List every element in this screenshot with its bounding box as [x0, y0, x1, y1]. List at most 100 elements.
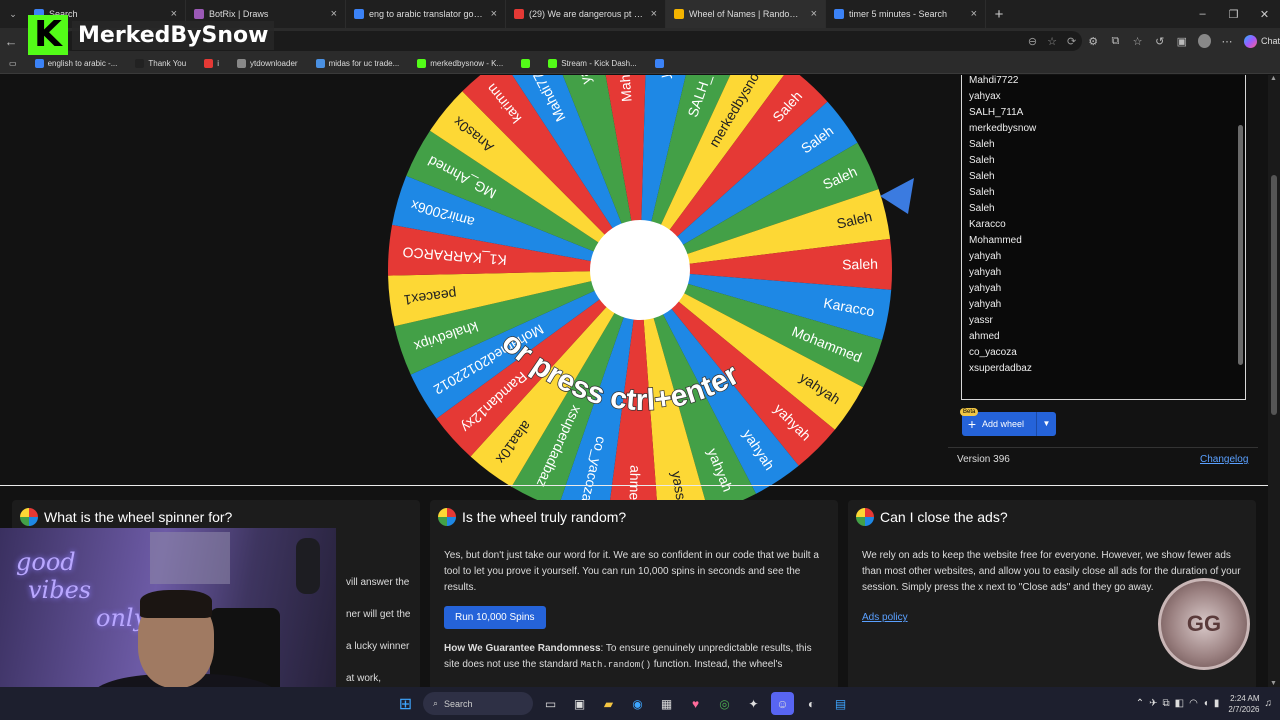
bookmark-item[interactable]: Thank You	[126, 59, 195, 68]
kick-icon	[417, 59, 427, 68]
copilot-chat-button[interactable]: Chat	[1244, 34, 1280, 48]
more-menu-icon[interactable]: ⋯	[1216, 35, 1238, 48]
minimize-icon[interactable]: –	[1187, 8, 1218, 21]
bookmark-item[interactable]: midas for uc trade...	[307, 59, 409, 68]
bookmark-item[interactable]: english to arabic -...	[26, 59, 127, 68]
close-window-icon[interactable]: ✕	[1249, 8, 1280, 21]
run-spins-button[interactable]: Run 10,000 Spins	[444, 606, 546, 629]
collections-icon[interactable]: ▣	[1171, 35, 1193, 48]
restore-icon[interactable]: ❐	[1218, 8, 1249, 21]
tab-actions-icon[interactable]: ⌄	[0, 9, 26, 20]
wheel-favicon-icon	[674, 9, 684, 19]
app-icon[interactable]: ♥	[684, 692, 707, 715]
taskbar-search[interactable]: ⌕ Search	[423, 692, 533, 715]
history-icon[interactable]: ↺	[1149, 35, 1171, 48]
store-icon[interactable]: ▦	[655, 692, 678, 715]
entry-item: Saleh	[969, 203, 995, 214]
card-title-text: Is the wheel truly random?	[462, 509, 627, 525]
notifications-icon[interactable]: ♫	[1265, 698, 1273, 709]
wifi-icon[interactable]: ◠	[1189, 698, 1198, 709]
extensions-icon[interactable]: ⚙	[1082, 35, 1104, 48]
wheel[interactable]: Mahdi7722yahyaxSALH_711AmerkedbysnowSale…	[385, 75, 895, 525]
task-view-icon[interactable]: ▭	[539, 692, 562, 715]
card-title: What is the wheel spinner for?	[20, 508, 406, 526]
new-tab-icon[interactable]: +	[986, 6, 1012, 23]
start-icon[interactable]: ⊞	[394, 692, 417, 715]
entries-scrollbar[interactable]	[1238, 125, 1243, 365]
bookmark-label: i	[217, 59, 219, 68]
split-screen-icon[interactable]: ⧉	[1104, 35, 1126, 48]
entry-item: yahyah	[969, 299, 1002, 310]
bookmark-label: Thank You	[148, 59, 187, 68]
card-body: Yes, but don't just take our word for it…	[444, 550, 819, 593]
close-tab-icon[interactable]: ×	[971, 8, 977, 20]
clock-date: 2/7/2026	[1228, 704, 1260, 714]
bookmark-item[interactable]	[646, 59, 673, 68]
teams-icon[interactable]: ▣	[568, 692, 591, 715]
card-text-fragment: a lucky winner	[346, 641, 410, 652]
clock[interactable]: 2:24 AM 2/7/2026	[1228, 693, 1259, 715]
wheel-center[interactable]	[590, 220, 690, 320]
microphone	[296, 538, 320, 594]
extension-icon[interactable]: ⟳	[1067, 35, 1076, 48]
card-title: Is the wheel truly random?	[438, 508, 824, 526]
add-wheel-button[interactable]: + Add wheel ▼	[962, 412, 1056, 436]
pinterest-icon	[204, 59, 214, 68]
edge-icon[interactable]: ◉	[626, 692, 649, 715]
bookmark-item[interactable]: Stream - Kick Dash...	[539, 59, 646, 68]
profile-avatar[interactable]	[1197, 34, 1211, 48]
reader-icon[interactable]: ⊖	[1028, 35, 1037, 48]
team-badge: GG	[1158, 578, 1250, 670]
wheel-svg[interactable]: Mahdi7722yahyaxSALH_711AmerkedbysnowSale…	[385, 75, 895, 525]
copilot-icon	[1244, 34, 1258, 48]
bookmark-item[interactable]	[512, 59, 539, 68]
neon-text: good	[16, 548, 76, 576]
streamer-name: MerkedBySnow	[72, 20, 275, 50]
battery-icon[interactable]: ▮	[1214, 698, 1220, 709]
notepad-icon[interactable]: ▤	[829, 692, 852, 715]
volume-icon[interactable]: ◖	[1203, 698, 1209, 709]
favorites-icon[interactable]: ☆	[1126, 35, 1148, 48]
file-explorer-icon[interactable]: ▰	[597, 692, 620, 715]
favorite-star-icon[interactable]: ☆	[1047, 35, 1057, 48]
clock-time: 2:24 AM	[1230, 693, 1260, 703]
entry-item: Mahdi7722	[969, 75, 1019, 86]
sidebar-toggle-icon[interactable]: ▭	[0, 59, 26, 68]
system-tray: ⌃ ✈ ⧉ ◧ ◠ ◖ ▮ 2:24 AM 2/7/2026 ♫	[1136, 687, 1280, 720]
tab-youtube[interactable]: (29) We are dangerous pt 2 by BO ×	[506, 0, 666, 28]
tray-app-icon[interactable]: ⧉	[1162, 698, 1169, 709]
chevron-down-icon[interactable]: ▼	[1036, 412, 1056, 436]
bookmark-item[interactable]: ytdownloader	[228, 59, 307, 68]
scrollbar-thumb[interactable]	[1271, 175, 1277, 415]
close-tab-icon[interactable]: ×	[491, 8, 497, 20]
stream-logo: K MerkedBySnow	[28, 12, 275, 58]
close-tab-icon[interactable]: ×	[811, 8, 817, 20]
entry-item: ahmed	[969, 331, 1000, 342]
entry-item: merkedbysnow	[969, 123, 1037, 134]
tab-title: timer 5 minutes - Search	[849, 9, 948, 19]
tab-timer[interactable]: timer 5 minutes - Search ×	[826, 0, 986, 28]
chevron-up-icon[interactable]: ⌃	[1136, 698, 1144, 709]
bookmark-label: midas for uc trade...	[328, 59, 400, 68]
bookmark-item[interactable]: merkedbysnow - K...	[408, 59, 512, 68]
close-tab-icon[interactable]: ×	[331, 8, 337, 20]
entries-textarea[interactable]: Mahdi7722 yahyax SALH_711A merkedbysnow Sale…	[961, 75, 1246, 400]
close-tab-icon[interactable]: ×	[651, 8, 657, 20]
scroll-up-icon[interactable]: ▲	[1270, 75, 1277, 82]
changelog-link[interactable]: Changelog	[1200, 454, 1248, 465]
page-scrollbar[interactable]: ▲ ▼	[1268, 75, 1280, 687]
kick-logo-icon: K	[28, 15, 68, 55]
tray-app-icon[interactable]: ✈	[1149, 698, 1157, 709]
tab-wheel-of-names[interactable]: Wheel of Names | Random name ×	[666, 0, 826, 28]
back-icon[interactable]: ←	[0, 34, 22, 49]
scroll-down-icon[interactable]: ▼	[1270, 680, 1277, 687]
obs-icon[interactable]: ◐	[800, 692, 823, 715]
chrome-icon[interactable]: ◎	[713, 692, 736, 715]
bookmark-item[interactable]: i	[195, 59, 228, 68]
app-icon[interactable]: ✦	[742, 692, 765, 715]
entry-item: Mohammed	[969, 235, 1022, 246]
webcam-shelf	[150, 532, 230, 584]
tab-translator[interactable]: eng to arabic translator google - S ×	[346, 0, 506, 28]
discord-icon[interactable]: ☺	[771, 692, 794, 715]
tray-app-icon[interactable]: ◧	[1175, 698, 1184, 709]
